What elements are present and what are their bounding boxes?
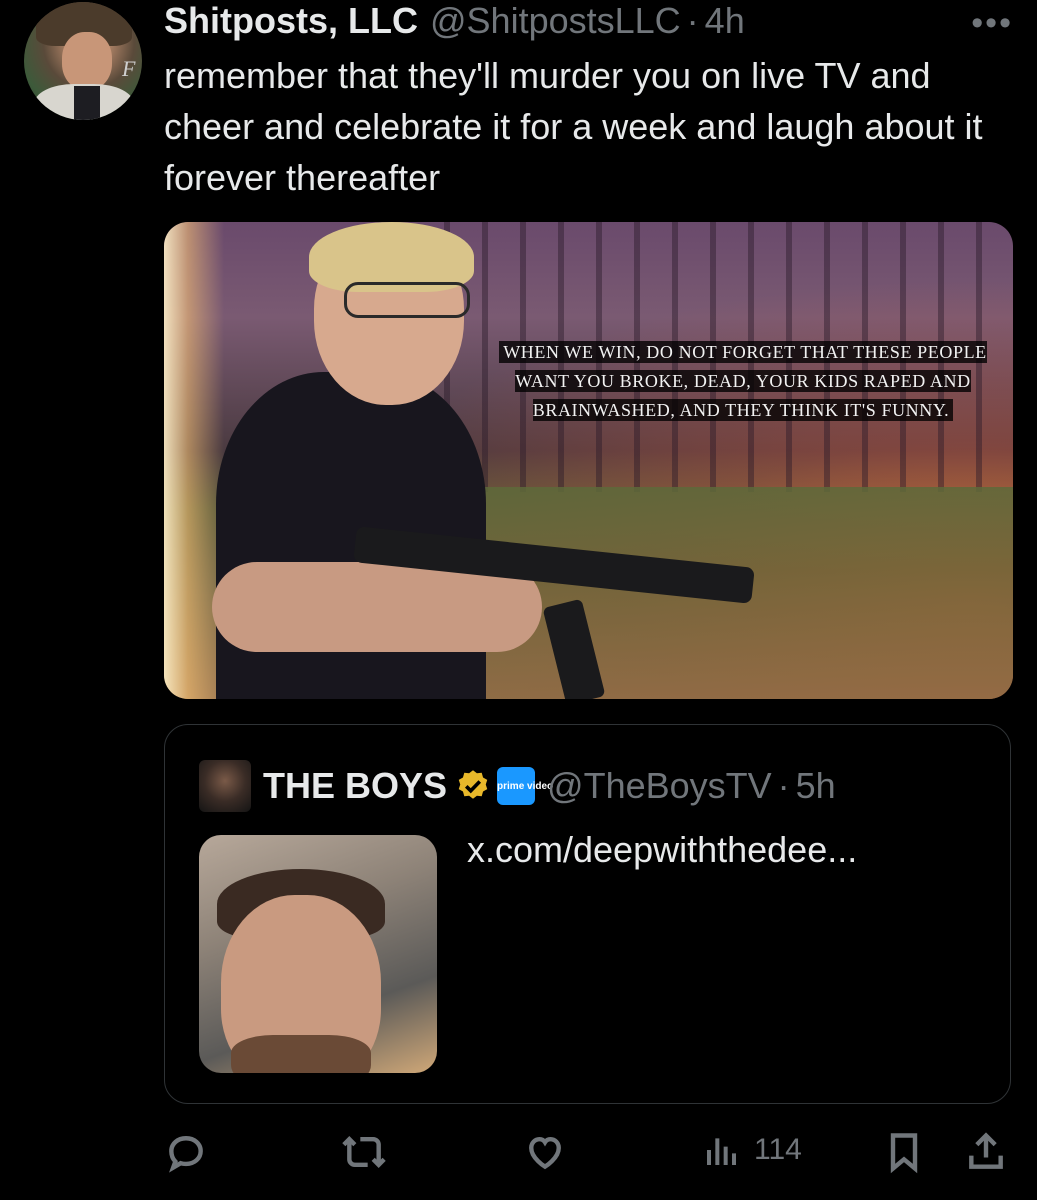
more-icon[interactable]: ••• xyxy=(971,4,1013,43)
bookmark-button[interactable] xyxy=(882,1130,926,1174)
like-button[interactable] xyxy=(522,1130,568,1174)
quoted-author-name[interactable]: THE BOYS xyxy=(263,765,447,807)
verified-badge-icon xyxy=(458,770,488,799)
author-name[interactable]: Shitposts, LLC xyxy=(164,0,418,42)
like-icon xyxy=(529,1136,561,1170)
media-caption-text: When we win, do not forget that these pe… xyxy=(499,341,987,421)
prime-video-badge-text: prime video xyxy=(497,780,554,792)
share-button[interactable] xyxy=(964,1130,1008,1174)
prime-video-badge: prime video xyxy=(497,767,554,805)
quoted-timestamp[interactable]: 5h xyxy=(796,765,836,807)
author-handle[interactable]: @ShitpostsLLC xyxy=(430,0,681,42)
media-light-flare xyxy=(164,222,224,699)
repost-icon xyxy=(342,1136,386,1168)
media-caption: When we win, do not forget that these pe… xyxy=(490,338,996,425)
repost-button[interactable] xyxy=(340,1130,388,1174)
tweet-header: Shitposts, LLC @ShitpostsLLC · 4h xyxy=(164,0,745,42)
views-icon xyxy=(707,1138,736,1165)
avatar-collar xyxy=(74,86,100,120)
tweet-media-image[interactable]: When we win, do not forget that these pe… xyxy=(164,222,1013,699)
media-person-glasses xyxy=(344,282,470,318)
avatar-mark: F xyxy=(122,56,136,81)
views-button[interactable]: 114 xyxy=(704,1130,802,1170)
reply-button[interactable] xyxy=(164,1130,208,1174)
quoted-separator-dot: · xyxy=(777,765,790,806)
tweet-action-bar: 114 xyxy=(164,1122,1014,1184)
quoted-tweet-header: THE BOYS prime video @TheBoysTV · 5h xyxy=(199,759,836,813)
bookmark-icon xyxy=(890,1133,918,1174)
views-count: 114 xyxy=(754,1133,802,1166)
share-icon xyxy=(969,1132,1003,1169)
quoted-tweet[interactable]: THE BOYS prime video @TheBoysTV · 5h x.c… xyxy=(164,724,1011,1104)
quoted-author-handle[interactable]: @TheBoysTV xyxy=(547,765,772,807)
thumb-beard xyxy=(231,1035,371,1073)
reply-icon xyxy=(169,1136,203,1173)
tweet-text: remember that they'll murder you on live… xyxy=(164,55,983,198)
tweet-timestamp[interactable]: 4h xyxy=(705,0,745,42)
separator-dot: · xyxy=(686,0,699,41)
quoted-media-thumbnail[interactable] xyxy=(199,835,437,1073)
quoted-author-avatar[interactable] xyxy=(199,760,251,812)
quoted-link-text[interactable]: x.com/deepwiththedee... xyxy=(467,829,857,871)
avatar-face xyxy=(62,32,112,90)
